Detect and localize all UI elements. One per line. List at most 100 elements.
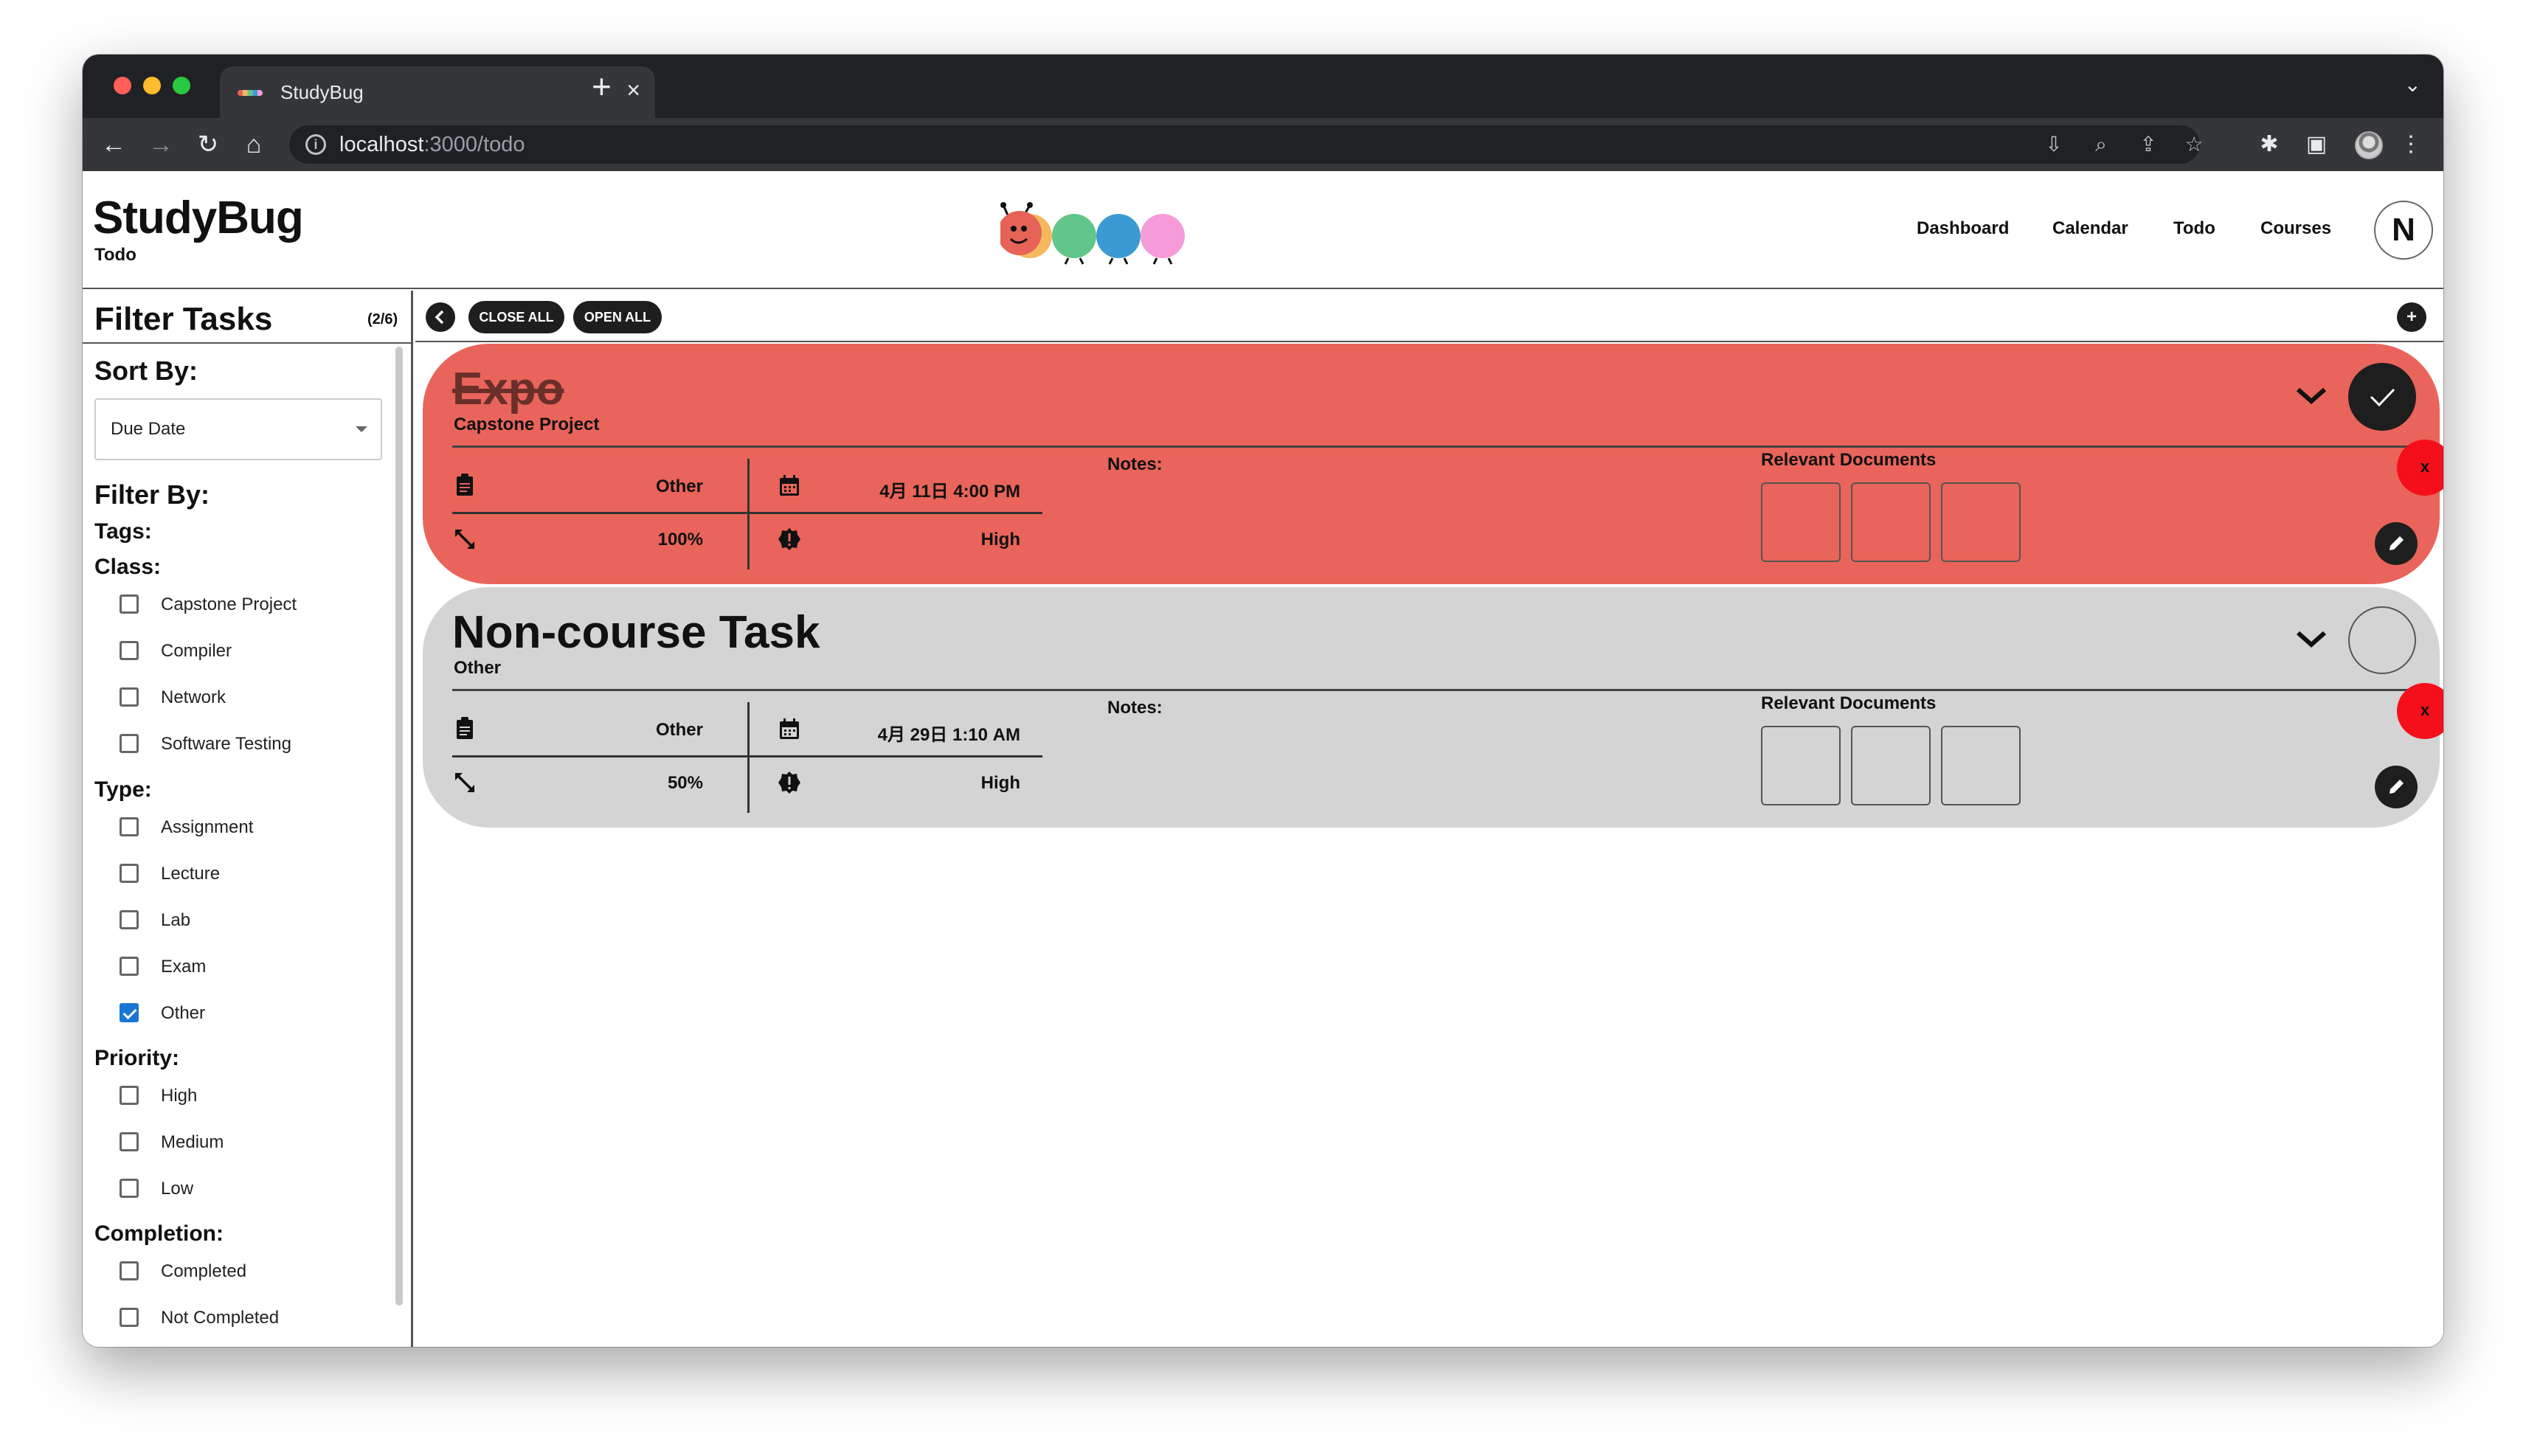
nav-courses[interactable]: Courses bbox=[2260, 218, 2331, 239]
checkbox[interactable] bbox=[120, 1261, 139, 1280]
user-avatar[interactable]: N bbox=[2374, 201, 2433, 260]
document-slot[interactable] bbox=[1941, 726, 2021, 805]
nav-calendar[interactable]: Calendar bbox=[2052, 218, 2128, 239]
checkbox[interactable] bbox=[120, 864, 139, 883]
caterpillar-logo-icon bbox=[1000, 202, 1185, 265]
sidebar-scrollbar[interactable] bbox=[395, 347, 403, 1306]
calendar-icon bbox=[780, 718, 799, 739]
side-panel-icon[interactable]: ▣ bbox=[2300, 128, 2333, 161]
edit-task-button[interactable] bbox=[2375, 522, 2418, 565]
task-due-date: 4月 29日 1:10 AM bbox=[877, 725, 1020, 745]
checkbox[interactable] bbox=[120, 1308, 139, 1327]
task-priority: High bbox=[980, 773, 1020, 793]
task-card[interactable]: Non-course Task Other x Other 4月 29日 1:1… bbox=[423, 587, 2443, 828]
tab-strip: StudyBug × + ⌄ bbox=[83, 55, 2443, 118]
checkbox[interactable] bbox=[120, 1132, 139, 1151]
bookmark-star-icon[interactable]: ☆ bbox=[2179, 130, 2209, 159]
complete-toggle-button[interactable] bbox=[2348, 606, 2416, 674]
documents-label: Relevant Documents bbox=[1761, 450, 1937, 470]
chevron-left-icon bbox=[435, 310, 444, 325]
address-bar[interactable]: i localhost:3000/todo ⇩ ⌕ ⇪ ☆ bbox=[289, 125, 2204, 164]
checkbox[interactable] bbox=[120, 957, 139, 976]
brand-title[interactable]: StudyBug bbox=[93, 192, 304, 244]
chevron-down-icon[interactable] bbox=[2294, 378, 2329, 413]
checkbox[interactable] bbox=[120, 641, 139, 660]
delete-task-button[interactable]: x bbox=[2397, 440, 2443, 496]
edit-task-button[interactable] bbox=[2375, 766, 2418, 808]
share-icon[interactable]: ⇪ bbox=[2134, 130, 2163, 159]
delete-task-button[interactable]: x bbox=[2397, 683, 2443, 739]
extensions-icon[interactable]: ✱ bbox=[2253, 128, 2285, 161]
priority-alert-icon bbox=[778, 528, 800, 550]
checkbox-label: High bbox=[161, 1086, 198, 1106]
checkbox[interactable] bbox=[120, 734, 139, 753]
document-slot[interactable] bbox=[1761, 482, 1841, 562]
task-type: Other bbox=[655, 720, 703, 740]
site-info-icon[interactable]: i bbox=[305, 134, 326, 155]
complete-toggle-button[interactable] bbox=[2348, 363, 2416, 431]
filter-count: (2/6) bbox=[367, 311, 398, 327]
browser-tab[interactable]: StudyBug × bbox=[220, 66, 655, 118]
open-all-button[interactable]: OPEN ALL bbox=[573, 301, 662, 333]
task-progress: 100% bbox=[657, 530, 703, 550]
more-menu-icon[interactable]: ⋮ bbox=[2395, 128, 2427, 161]
clipboard-icon bbox=[457, 474, 473, 496]
divider bbox=[452, 446, 2437, 448]
zoom-icon[interactable]: ⌕ bbox=[2086, 130, 2116, 159]
checkbox[interactable] bbox=[120, 1086, 139, 1105]
sort-by-heading: Sort By: bbox=[94, 356, 198, 386]
checkbox-checked[interactable] bbox=[120, 1003, 139, 1022]
document-slot[interactable] bbox=[1851, 726, 1931, 805]
divider bbox=[452, 689, 2437, 691]
completion-heading: Completion: bbox=[94, 1221, 224, 1246]
task-progress: 50% bbox=[667, 773, 703, 793]
close-all-button[interactable]: CLOSE ALL bbox=[468, 301, 564, 333]
nav-todo[interactable]: Todo bbox=[2173, 218, 2215, 239]
priority-heading: Priority: bbox=[94, 1046, 180, 1070]
checkbox[interactable] bbox=[120, 817, 139, 836]
checkbox[interactable] bbox=[120, 594, 139, 614]
filter-by-heading: Filter By: bbox=[94, 479, 210, 510]
document-slot[interactable] bbox=[1941, 482, 2021, 562]
document-slot[interactable] bbox=[1851, 482, 1931, 562]
sort-select[interactable]: Due Date bbox=[94, 398, 382, 460]
pencil-icon bbox=[2390, 536, 2404, 550]
chevron-down-icon[interactable] bbox=[2294, 621, 2329, 656]
home-icon[interactable]: ⌂ bbox=[238, 128, 270, 161]
new-tab-button[interactable]: + bbox=[592, 68, 612, 105]
clipboard-icon bbox=[457, 717, 473, 739]
forward-icon[interactable]: → bbox=[145, 128, 177, 161]
task-type: Other bbox=[655, 476, 703, 496]
close-window-button[interactable] bbox=[114, 77, 131, 94]
caret-down-icon bbox=[356, 426, 367, 432]
pencil-icon bbox=[2390, 780, 2404, 794]
checkbox[interactable] bbox=[120, 910, 139, 929]
tab-close-button[interactable]: × bbox=[626, 77, 640, 103]
checkbox[interactable] bbox=[120, 687, 139, 707]
checkbox[interactable] bbox=[120, 1179, 139, 1198]
document-slot[interactable] bbox=[1761, 726, 1841, 805]
minimize-window-button[interactable] bbox=[143, 77, 161, 94]
tab-search-chevron-icon[interactable]: ⌄ bbox=[2404, 72, 2421, 97]
notes-label: Notes: bbox=[1107, 698, 1163, 718]
task-card[interactable]: Expo Capstone Project x Other 4月 11日 4:0… bbox=[423, 344, 2443, 584]
url-text[interactable]: localhost:3000/todo bbox=[339, 133, 525, 157]
collapse-sidebar-button[interactable] bbox=[426, 302, 455, 332]
checkbox-label: Other bbox=[161, 1003, 206, 1023]
checkbox-label: Exam bbox=[161, 957, 207, 977]
checkbox-label: Not Completed bbox=[161, 1308, 280, 1328]
expand-arrows-icon bbox=[454, 529, 475, 550]
filter-title: Filter Tasks bbox=[94, 301, 273, 337]
install-icon[interactable]: ⇩ bbox=[2039, 130, 2069, 159]
task-title: Expo bbox=[452, 364, 564, 415]
reload-icon[interactable]: ↻ bbox=[192, 128, 224, 161]
type-heading: Type: bbox=[94, 777, 152, 802]
back-icon[interactable]: ← bbox=[97, 128, 130, 161]
checkbox-label: Software Testing bbox=[161, 734, 291, 754]
checkbox-label: Network bbox=[161, 687, 226, 707]
profile-avatar[interactable] bbox=[2355, 131, 2383, 159]
add-task-button[interactable]: + bbox=[2397, 302, 2426, 332]
class-heading: Class: bbox=[94, 555, 162, 579]
nav-dashboard[interactable]: Dashboard bbox=[1917, 218, 2009, 239]
maximize-window-button[interactable] bbox=[173, 77, 190, 94]
